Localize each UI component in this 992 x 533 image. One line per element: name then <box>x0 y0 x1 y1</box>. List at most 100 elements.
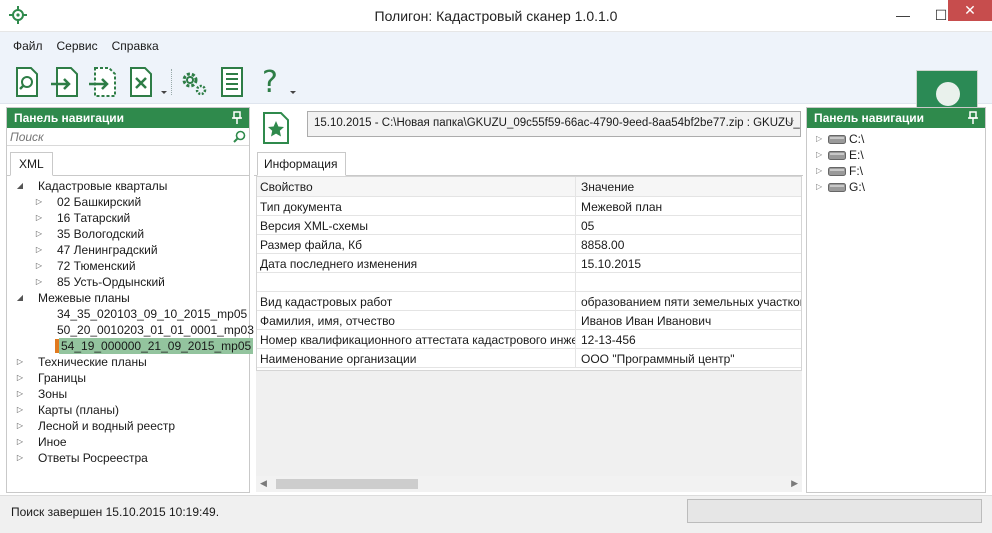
tree-item-technical-plans[interactable]: ▷ Технические планы <box>7 354 249 370</box>
file-select-value: 15.10.2015 - C:\Новая папка\GKUZU_09c55f… <box>314 117 800 129</box>
drive-item-g[interactable]: ▷ G:\ <box>807 179 985 195</box>
table-row[interactable]: Версия XML-схемы 05 <box>257 216 801 235</box>
collapse-arrow-icon[interactable]: ◢ <box>15 178 25 194</box>
menu-service[interactable]: Сервис <box>50 39 105 53</box>
expand-arrow-icon[interactable]: ▷ <box>34 274 44 290</box>
export-all-button[interactable] <box>84 64 122 100</box>
expand-arrow-icon[interactable]: ▷ <box>34 194 44 210</box>
help-button[interactable]: ? <box>251 64 289 100</box>
column-header-value[interactable]: Значение <box>577 177 801 196</box>
value-cell: Межевой план <box>581 200 663 214</box>
property-cell: Наименование организации <box>257 349 576 368</box>
tree-item-maps[interactable]: ▷ Карты (планы) <box>7 402 249 418</box>
report-button[interactable] <box>213 64 251 100</box>
tree-item-region[interactable]: ▷ 85 Усть-Ордынский <box>7 274 249 290</box>
grid-empty-area <box>256 371 802 477</box>
open-search-button[interactable] <box>8 64 46 100</box>
tree-item-file-selected[interactable]: 54_19_000000_21_09_2015_mp05 <box>7 338 254 354</box>
horizontal-scrollbar[interactable]: ◀ ▶ <box>256 476 802 492</box>
expand-arrow-icon[interactable]: ▷ <box>15 418 25 434</box>
scrollbar-thumb[interactable] <box>276 479 418 489</box>
table-row[interactable]: Размер файла, Кб 8858.00 <box>257 235 801 254</box>
tree-item-survey-plans[interactable]: ◢ Межевые планы <box>7 290 249 306</box>
drive-item-c[interactable]: ▷ C:\ <box>807 131 985 147</box>
close-button[interactable]: ✕ <box>948 0 992 21</box>
tree-item-label: Ответы Росреестра <box>38 451 148 465</box>
drive-item-f[interactable]: ▷ F:\ <box>807 163 985 179</box>
tree-item-zones[interactable]: ▷ Зоны <box>7 386 249 402</box>
expand-arrow-icon[interactable]: ▷ <box>15 386 25 402</box>
expand-arrow-icon[interactable]: ▷ <box>15 354 25 370</box>
tree-item-label: Межевые планы <box>38 291 130 305</box>
tree-item-region[interactable]: ▷ 02 Башкирский <box>7 194 249 210</box>
expand-arrow-icon[interactable]: ▷ <box>816 163 822 179</box>
tree-item-region[interactable]: ▷ 16 Татарский <box>7 210 249 226</box>
collapse-arrow-icon[interactable]: ◢ <box>15 290 25 306</box>
favorite-file-button[interactable] <box>262 111 290 145</box>
expand-arrow-icon[interactable]: ▷ <box>34 242 44 258</box>
expand-arrow-icon[interactable]: ▷ <box>34 226 44 242</box>
tree-item-file[interactable]: 34_35_020103_09_10_2015_mp05 <box>7 306 249 322</box>
expand-arrow-icon[interactable]: ▷ <box>15 450 25 466</box>
table-row[interactable]: Номер квалификационного аттестата кадаст… <box>257 330 801 349</box>
menu-file[interactable]: Файл <box>6 39 50 53</box>
export-button[interactable] <box>46 64 84 100</box>
expand-arrow-icon[interactable]: ▷ <box>816 147 822 163</box>
search-icon[interactable] <box>233 130 246 143</box>
hard-drive-icon <box>828 135 846 144</box>
pin-icon[interactable] <box>231 111 243 125</box>
expand-arrow-icon[interactable]: ▷ <box>816 179 822 195</box>
file-select-dropdown[interactable]: 15.10.2015 - C:\Новая папка\GKUZU_09c55f… <box>307 111 801 137</box>
right-panel-header: Панель навигации <box>807 108 985 128</box>
tab-xml[interactable]: XML <box>10 152 53 176</box>
drive-item-e[interactable]: ▷ E:\ <box>807 147 985 163</box>
tree-item-cadastral-quarters[interactable]: ◢ Кадастровые кварталы <box>7 178 249 194</box>
scroll-right-icon[interactable]: ▶ <box>791 478 798 489</box>
table-row[interactable]: Фамилия, имя, отчество Иванов Иван Иванов… <box>257 311 801 330</box>
export-icon <box>51 67 78 97</box>
tree-item-other[interactable]: ▷ Иное <box>7 434 249 450</box>
expand-arrow-icon[interactable]: ▷ <box>15 402 25 418</box>
tree-item-file[interactable]: 50_20_0010203_01_01_0001_mp03 <box>7 322 254 338</box>
search-input[interactable] <box>7 128 249 145</box>
tree-item-label: Карты (планы) <box>38 403 119 417</box>
value-cell: образованием пяти земельных участков <box>581 295 802 309</box>
settings-icon <box>182 72 207 96</box>
property-cell: Номер квалификационного аттестата кадаст… <box>257 330 576 349</box>
expand-arrow-icon[interactable]: ▷ <box>15 434 25 450</box>
toolbar-overflow-2[interactable] <box>289 64 297 100</box>
drive-label: G:\ <box>849 180 866 194</box>
tab-information[interactable]: Информация <box>257 152 347 176</box>
scroll-left-icon[interactable]: ◀ <box>260 478 267 489</box>
tree-item-region[interactable]: ▷ 47 Ленинградский <box>7 242 249 258</box>
expand-arrow-icon[interactable]: ▷ <box>34 258 44 274</box>
tree-item-region[interactable]: ▷ 35 Вологодский <box>7 226 249 242</box>
pin-icon[interactable] <box>967 111 979 125</box>
tree-item-forest-water-registry[interactable]: ▷ Лесной и водный реестр <box>7 418 249 434</box>
table-row-empty[interactable] <box>257 273 801 292</box>
left-tabstrip: XML <box>7 152 249 176</box>
menu-bar: Файл Сервис Справка <box>6 39 166 53</box>
toolbar-overflow-1[interactable] <box>160 64 168 100</box>
export-all-icon <box>89 67 116 97</box>
minimize-button[interactable]: — <box>884 0 922 30</box>
tree-item-label: 02 Башкирский <box>57 195 142 209</box>
expand-arrow-icon[interactable]: ▷ <box>816 131 822 147</box>
table-row[interactable]: Тип документа Межевой план <box>257 197 801 216</box>
menu-help[interactable]: Справка <box>105 39 166 53</box>
tree-item-region[interactable]: ▷ 72 Тюменский <box>7 258 249 274</box>
column-header-property[interactable]: Свойство <box>257 177 576 196</box>
tree-item-boundaries[interactable]: ▷ Границы <box>7 370 249 386</box>
tree-item-rosreestr-responses[interactable]: ▷ Ответы Росреестра <box>7 450 249 466</box>
expand-arrow-icon[interactable]: ▷ <box>15 370 25 386</box>
settings-button[interactable] <box>175 64 213 100</box>
table-row[interactable]: Вид кадастровых работ образованием пяти з… <box>257 292 801 311</box>
tree-item-label: 16 Татарский <box>57 211 131 225</box>
property-cell: Фамилия, имя, отчество <box>257 311 576 330</box>
expand-arrow-icon[interactable]: ▷ <box>34 210 44 226</box>
table-row[interactable]: Наименование организации ООО "Программный… <box>257 349 801 368</box>
value-cell: Иванов Иван Иванович <box>581 314 712 328</box>
tree-item-label: 72 Тюменский <box>57 259 136 273</box>
delete-button[interactable] <box>122 64 160 100</box>
table-row[interactable]: Дата последнего изменения 15.10.2015 <box>257 254 801 273</box>
